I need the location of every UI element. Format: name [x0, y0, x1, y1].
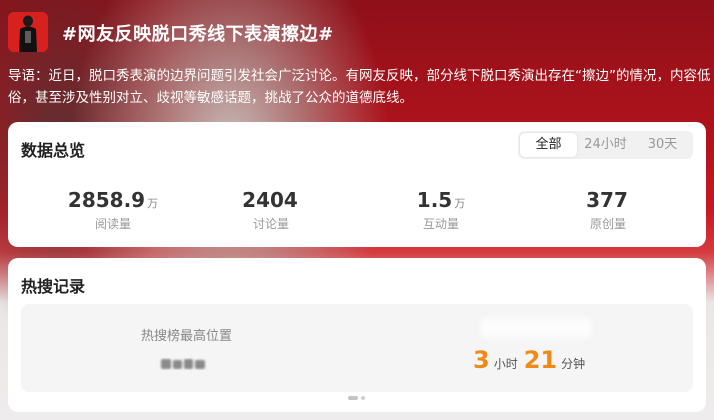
- faded-overlay: [481, 318, 591, 338]
- stat-original-value: 377: [586, 188, 628, 212]
- blurred-rank-value: [161, 359, 205, 369]
- stat-discussions: 2404 讨论量: [196, 188, 346, 232]
- stat-interactions-unit: 万: [454, 197, 466, 210]
- carousel-pager: [348, 396, 365, 400]
- duration-hours: 3: [473, 346, 490, 374]
- stat-discussions-label: 讨论量: [252, 217, 289, 231]
- hot-search-title: 热搜记录: [21, 277, 86, 296]
- topic-avatar[interactable]: [8, 12, 48, 52]
- pager-dot[interactable]: [361, 396, 365, 400]
- topic-intro: 导语：近日，脱口秀表演的边界问题引发社会广泛讨论。有网友反映，部分线下脱口秀演出…: [8, 68, 711, 106]
- header-bar: #网友反映脱口秀线下表演擦边#: [0, 0, 714, 66]
- stat-interactions: 1.5 万 互动量: [366, 188, 516, 232]
- tab-30d[interactable]: 30天: [634, 133, 691, 157]
- data-overview-card: 数据总览 全部 24小时 30天 2858.9 万 阅读量 2404 讨论量 1.…: [8, 122, 706, 247]
- stat-reads: 2858.9 万 阅读量: [38, 188, 188, 232]
- hot-search-card: 热搜记录 热搜榜最高位置 3 小时 21 分钟: [8, 258, 706, 412]
- overview-stats: 2858.9 万 阅读量 2404 讨论量 1.5 万 互动量 377 原创量: [8, 188, 706, 232]
- stat-interactions-label: 互动量: [422, 217, 459, 231]
- stat-original-label: 原创量: [589, 217, 626, 231]
- stat-reads-unit: 万: [147, 197, 159, 210]
- tab-24h[interactable]: 24小时: [577, 133, 634, 157]
- person-silhouette-icon: [19, 15, 37, 52]
- overview-title: 数据总览: [21, 141, 86, 160]
- stat-reads-value: 2858.9: [67, 188, 146, 212]
- on-list-duration: 3 小时 21 分钟: [473, 346, 591, 376]
- peak-position-label: 热搜榜最高位置: [141, 329, 233, 344]
- stat-original: 377 原创量: [533, 188, 683, 232]
- minutes-unit: 分钟: [561, 357, 586, 371]
- stat-discussions-value: 2404: [242, 188, 298, 212]
- topic-title: #网友反映脱口秀线下表演擦边#: [62, 24, 334, 45]
- duration-minutes: 21: [523, 346, 558, 374]
- stat-interactions-value: 1.5: [416, 188, 453, 212]
- stat-reads-label: 阅读量: [94, 217, 131, 231]
- hours-unit: 小时: [493, 357, 518, 371]
- tab-all[interactable]: 全部: [520, 133, 577, 157]
- hot-search-panel: 热搜榜最高位置 3 小时 21 分钟: [21, 304, 693, 392]
- time-range-tabs: 全部 24小时 30天: [518, 131, 693, 159]
- pager-dot-active[interactable]: [348, 396, 358, 400]
